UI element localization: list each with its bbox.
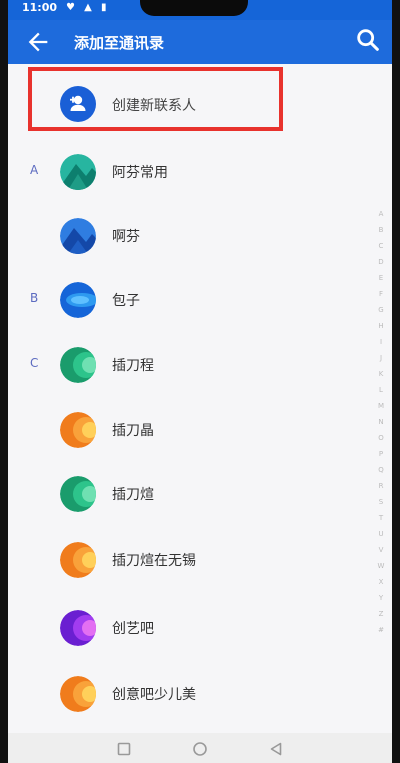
contact-name: 阿芬常用 bbox=[112, 165, 168, 181]
status-time: 11:00 bbox=[22, 1, 58, 14]
contact-name: 包子 bbox=[112, 293, 140, 309]
contact-row[interactable]: 插刀晶 bbox=[8, 400, 392, 460]
section-letter: B bbox=[30, 291, 39, 305]
home-icon[interactable] bbox=[192, 741, 208, 757]
app-bar: 添加至通讯录 bbox=[8, 20, 392, 64]
alphabet-index-letter[interactable]: V bbox=[376, 542, 386, 558]
alphabet-index-letter[interactable]: # bbox=[376, 622, 386, 638]
contact-name: 创艺吧 bbox=[112, 621, 154, 637]
section-letter: C bbox=[30, 356, 39, 370]
alphabet-index-letter[interactable]: I bbox=[376, 334, 386, 350]
contact-row[interactable]: A 阿芬常用 bbox=[8, 142, 392, 202]
alphabet-index-letter[interactable]: X bbox=[376, 574, 386, 590]
search-icon[interactable] bbox=[354, 26, 382, 54]
contact-row[interactable]: B 包子 bbox=[8, 270, 392, 330]
alphabet-index-letter[interactable]: N bbox=[376, 414, 386, 430]
notification-icon: ♥ bbox=[66, 2, 78, 13]
contact-name: 插刀晶 bbox=[112, 423, 154, 439]
screen: 11:00 ♥ ▲ ▮ 添加至通讯录 创建新联系人 A 阿芬常用 啊芬 B 包子… bbox=[8, 0, 392, 763]
alphabet-index-letter[interactable]: U bbox=[376, 526, 386, 542]
contact-row[interactable]: C 插刀程 bbox=[8, 335, 392, 395]
contact-row[interactable]: 创意吧少儿美 bbox=[8, 664, 392, 724]
back-icon[interactable] bbox=[268, 741, 284, 757]
alphabet-index-letter[interactable]: R bbox=[376, 478, 386, 494]
contact-row[interactable]: 啊芬 bbox=[8, 206, 392, 266]
contact-row[interactable]: 插刀煊在无锡 bbox=[8, 530, 392, 590]
contact-avatar bbox=[60, 542, 96, 578]
alphabet-index-letter[interactable]: C bbox=[376, 238, 386, 254]
alphabet-index-letter[interactable]: K bbox=[376, 366, 386, 382]
alphabet-index-letter[interactable]: J bbox=[376, 350, 386, 366]
contact-avatar bbox=[60, 154, 96, 190]
alphabet-index-letter[interactable]: Z bbox=[376, 606, 386, 622]
contact-name: 插刀煊在无锡 bbox=[112, 553, 196, 569]
alphabet-index-letter[interactable]: D bbox=[376, 254, 386, 270]
alphabet-index[interactable]: A B C D E F G H I J K L M N O P Q R S T U V W X Y Z # bbox=[376, 206, 386, 638]
alphabet-index-letter[interactable]: A bbox=[376, 206, 386, 222]
contact-avatar bbox=[60, 610, 96, 646]
contact-name: 啊芬 bbox=[112, 229, 140, 245]
alphabet-index-letter[interactable]: O bbox=[376, 430, 386, 446]
contact-row[interactable]: 创艺吧 bbox=[8, 598, 392, 658]
back-arrow-icon[interactable] bbox=[24, 28, 52, 56]
page-title: 添加至通讯录 bbox=[74, 34, 165, 52]
alphabet-index-letter[interactable]: M bbox=[376, 398, 386, 414]
alphabet-index-letter[interactable]: Y bbox=[376, 590, 386, 606]
contact-avatar bbox=[60, 347, 96, 383]
alphabet-index-letter[interactable]: P bbox=[376, 446, 386, 462]
highlight-box bbox=[28, 67, 283, 131]
alphabet-index-letter[interactable]: B bbox=[376, 222, 386, 238]
alphabet-index-letter[interactable]: L bbox=[376, 382, 386, 398]
navigation-bar bbox=[8, 733, 392, 763]
alphabet-index-letter[interactable]: E bbox=[376, 270, 386, 286]
contact-name: 创意吧少儿美 bbox=[112, 687, 196, 703]
battery-icon: ▮ bbox=[101, 2, 110, 13]
contact-avatar bbox=[60, 412, 96, 448]
contact-name: 插刀煊 bbox=[112, 487, 154, 503]
contact-avatar bbox=[60, 282, 96, 318]
contact-avatar bbox=[60, 476, 96, 512]
alphabet-index-letter[interactable]: G bbox=[376, 302, 386, 318]
contact-avatar bbox=[60, 218, 96, 254]
status-icons: ♥ ▲ ▮ bbox=[66, 2, 110, 13]
alphabet-index-letter[interactable]: W bbox=[376, 558, 386, 574]
section-letter: A bbox=[30, 163, 39, 177]
alphabet-index-letter[interactable]: S bbox=[376, 494, 386, 510]
alphabet-index-letter[interactable]: Q bbox=[376, 462, 386, 478]
alphabet-index-letter[interactable]: T bbox=[376, 510, 386, 526]
signal-icon: ▲ bbox=[84, 2, 95, 13]
contact-name: 插刀程 bbox=[112, 358, 154, 374]
contact-avatar bbox=[60, 676, 96, 712]
contact-row[interactable]: 插刀煊 bbox=[8, 464, 392, 524]
alphabet-index-letter[interactable]: F bbox=[376, 286, 386, 302]
camera-notch bbox=[140, 0, 248, 16]
recent-apps-icon[interactable] bbox=[116, 741, 132, 757]
alphabet-index-letter[interactable]: H bbox=[376, 318, 386, 334]
